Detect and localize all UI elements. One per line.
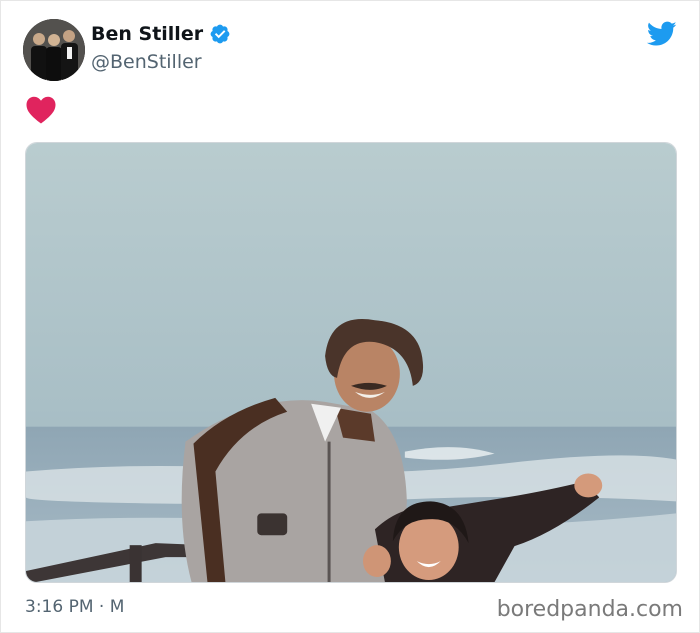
heart-icon <box>25 95 57 125</box>
tweet-text <box>25 95 57 125</box>
display-name[interactable]: Ben Stiller <box>91 23 231 45</box>
tweet-timestamp[interactable]: 3:16 PM · M <box>25 597 124 617</box>
verified-badge-icon <box>209 23 231 45</box>
display-name-text: Ben Stiller <box>91 23 204 45</box>
twitter-bird-icon[interactable] <box>646 21 677 47</box>
user-handle[interactable]: @BenStiller <box>91 51 202 73</box>
tweet-photo[interactable] <box>25 142 677 583</box>
tweet-card: Ben Stiller @BenStiller 3:16 PM · M bore… <box>0 0 700 633</box>
watermark: boredpanda.com <box>496 597 683 622</box>
avatar[interactable] <box>23 19 85 81</box>
